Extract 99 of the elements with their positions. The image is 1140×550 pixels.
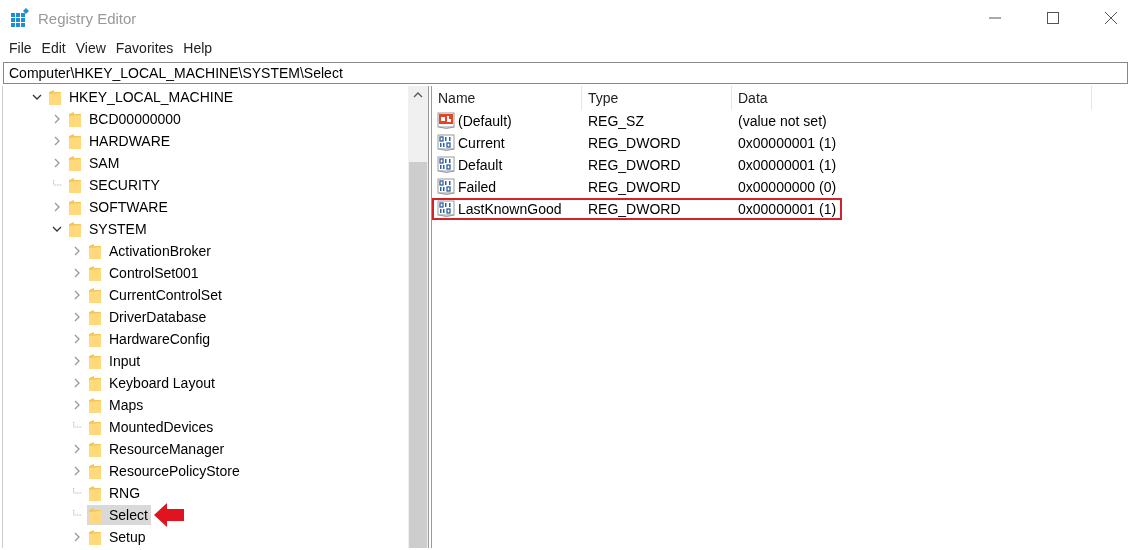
chevron-right-icon[interactable] bbox=[72, 246, 82, 256]
chevron-right-icon[interactable] bbox=[72, 312, 82, 322]
value-data: 0x00000001 (1) bbox=[737, 157, 838, 173]
tree-item[interactable]: CurrentControlSet bbox=[87, 285, 225, 305]
folder-icon bbox=[88, 440, 102, 458]
tree-item[interactable]: Maps bbox=[87, 395, 147, 415]
tree-item[interactable]: ResourceManager bbox=[87, 439, 228, 459]
value-type: REG_DWORD bbox=[587, 157, 682, 173]
app-icon bbox=[10, 8, 30, 28]
value-type: REG_DWORD bbox=[587, 201, 682, 217]
tree-item[interactable]: ControlSet001 bbox=[87, 263, 202, 283]
value-data: (value not set) bbox=[737, 113, 828, 129]
binary-value-icon bbox=[437, 200, 455, 218]
folder-icon bbox=[88, 528, 102, 546]
value-row[interactable]: Default REG_DWORD 0x00000001 (1) bbox=[432, 154, 842, 176]
value-name: (Default) bbox=[458, 113, 512, 129]
folder-icon bbox=[88, 286, 102, 304]
folder-icon bbox=[48, 88, 62, 106]
tree-item[interactable]: Keyboard Layout bbox=[87, 373, 218, 393]
tree-item[interactable]: Setup bbox=[87, 527, 149, 547]
chevron-down-icon[interactable] bbox=[32, 92, 42, 102]
value-data: 0x00000000 (0) bbox=[737, 179, 838, 195]
tree-item[interactable]: SOFTWARE bbox=[67, 197, 171, 217]
value-name: LastKnownGood bbox=[458, 201, 562, 217]
folder-icon bbox=[68, 132, 82, 150]
menu-item[interactable]: File bbox=[4, 40, 37, 56]
value-data: 0x00000001 (1) bbox=[737, 135, 838, 151]
menu-item[interactable]: Favorites bbox=[110, 40, 179, 56]
chevron-right-icon[interactable] bbox=[52, 136, 62, 146]
chevron-right-icon[interactable] bbox=[72, 444, 82, 454]
window-title: Registry Editor bbox=[38, 9, 137, 27]
tree-item[interactable]: HARDWARE bbox=[67, 131, 174, 151]
address-bar[interactable]: Computer\HKEY_LOCAL_MACHINE\SYSTEM\Select bbox=[3, 62, 1128, 84]
folder-icon bbox=[88, 506, 102, 524]
column-header[interactable]: Name bbox=[432, 86, 582, 110]
chevron-right-icon[interactable] bbox=[72, 378, 82, 388]
tree-item[interactable]: ActivationBroker bbox=[87, 241, 214, 261]
tree-item[interactable]: ResourcePolicyStore bbox=[87, 461, 243, 481]
chevron-right-icon[interactable] bbox=[52, 202, 62, 212]
folder-icon bbox=[88, 242, 102, 260]
scroll-up-icon[interactable] bbox=[413, 91, 423, 99]
chevron-right-icon[interactable] bbox=[72, 532, 82, 542]
tree-item[interactable]: SAM bbox=[67, 153, 123, 173]
chevron-right-icon[interactable] bbox=[72, 334, 82, 344]
value-row[interactable]: Failed REG_DWORD 0x00000000 (0) bbox=[432, 176, 842, 198]
value-data: 0x00000001 (1) bbox=[737, 201, 838, 217]
folder-icon bbox=[88, 462, 102, 480]
folder-icon bbox=[88, 264, 102, 282]
string-value-icon bbox=[437, 112, 455, 130]
binary-value-icon bbox=[437, 178, 455, 196]
folder-icon bbox=[68, 220, 82, 238]
folder-icon bbox=[68, 198, 82, 216]
folder-icon bbox=[68, 176, 82, 194]
chevron-right-icon[interactable] bbox=[72, 268, 82, 278]
close-icon bbox=[1104, 11, 1118, 25]
menu-item[interactable]: Help bbox=[178, 40, 218, 56]
menu-item[interactable]: Edit bbox=[36, 40, 71, 56]
column-header[interactable]: Data bbox=[732, 86, 1092, 110]
value-name: Default bbox=[458, 157, 503, 173]
chevron-right-icon[interactable] bbox=[72, 400, 82, 410]
highlighted-value-row[interactable]: LastKnownGood REG_DWORD 0x00000001 (1) bbox=[432, 198, 842, 220]
menu-item[interactable]: View bbox=[70, 40, 111, 56]
tree-item[interactable]: Select bbox=[87, 505, 151, 525]
tree-item[interactable]: SECURITY bbox=[67, 175, 163, 195]
folder-icon bbox=[88, 374, 102, 392]
value-type: REG_DWORD bbox=[587, 135, 682, 151]
tree-item[interactable]: HKEY_LOCAL_MACHINE bbox=[47, 87, 237, 107]
chevron-right-icon[interactable] bbox=[72, 290, 82, 300]
value-type: REG_SZ bbox=[587, 113, 645, 129]
tree-item[interactable]: SYSTEM bbox=[67, 219, 150, 239]
folder-icon bbox=[88, 308, 102, 326]
value-name: Current bbox=[458, 135, 505, 151]
value-name: Failed bbox=[458, 179, 497, 195]
chevron-down-icon[interactable] bbox=[52, 224, 62, 234]
folder-icon bbox=[88, 396, 102, 414]
maximize-icon bbox=[1046, 11, 1060, 25]
chevron-right-icon[interactable] bbox=[72, 466, 82, 476]
tree-item[interactable]: BCD00000000 bbox=[67, 109, 184, 129]
binary-value-icon bbox=[437, 156, 455, 174]
folder-icon bbox=[88, 330, 102, 348]
folder-icon bbox=[88, 352, 102, 370]
tree-item[interactable]: HardwareConfig bbox=[87, 329, 214, 349]
chevron-right-icon[interactable] bbox=[72, 356, 82, 366]
folder-icon bbox=[88, 418, 102, 436]
tree-item[interactable]: RNG bbox=[87, 483, 144, 503]
value-type: REG_DWORD bbox=[587, 179, 682, 195]
folder-icon bbox=[68, 110, 82, 128]
value-row[interactable]: Current REG_DWORD 0x00000001 (1) bbox=[432, 132, 842, 154]
folder-icon bbox=[68, 154, 82, 172]
tree-item[interactable]: DriverDatabase bbox=[87, 307, 210, 327]
scrollbar[interactable] bbox=[408, 86, 428, 548]
tree-item[interactable]: Input bbox=[87, 351, 144, 371]
column-header[interactable]: Type bbox=[582, 86, 732, 110]
binary-value-icon bbox=[437, 134, 455, 152]
chevron-right-icon[interactable] bbox=[52, 114, 62, 124]
tree-item[interactable]: MountedDevices bbox=[87, 417, 217, 437]
chevron-right-icon[interactable] bbox=[52, 158, 62, 168]
value-row[interactable]: (Default) REG_SZ (value not set) bbox=[432, 110, 842, 132]
folder-icon bbox=[88, 484, 102, 502]
